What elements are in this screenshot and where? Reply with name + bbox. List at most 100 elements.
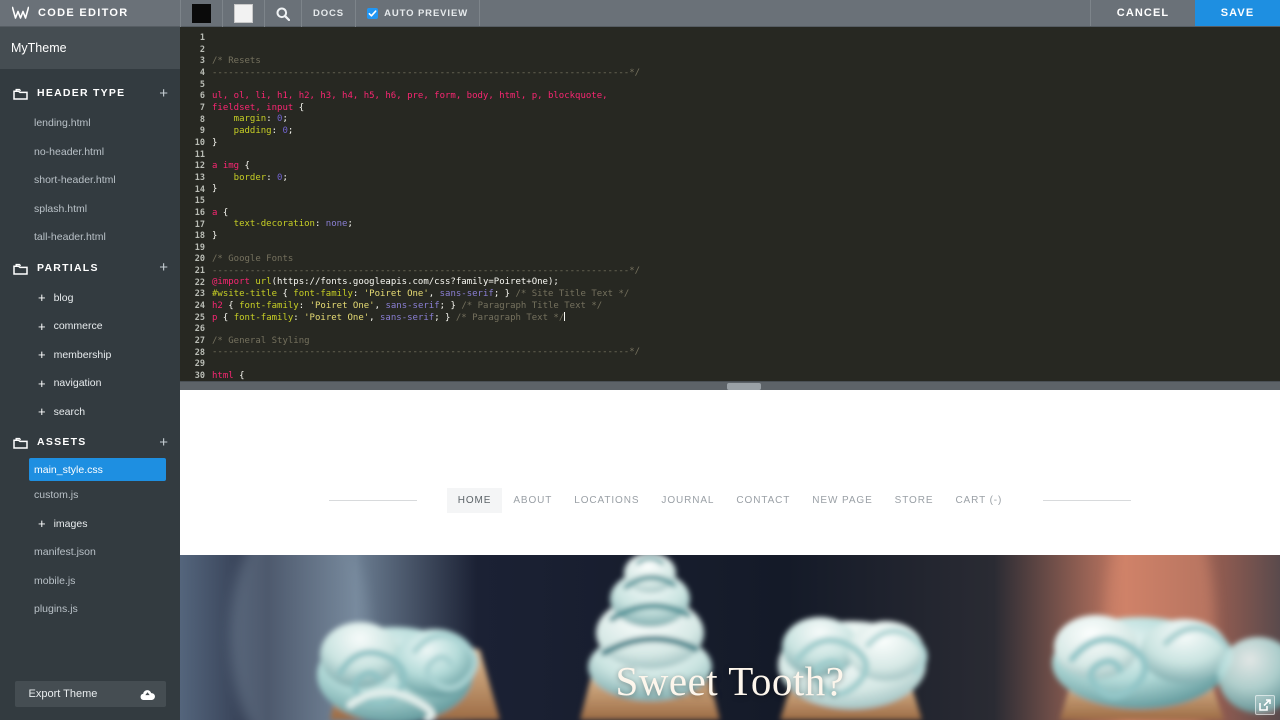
file-item[interactable]: + commerce [0, 312, 180, 341]
code-line[interactable] [212, 324, 1280, 336]
line-number: 15 [194, 196, 205, 207]
code-line[interactable]: border: 0; [212, 173, 1280, 185]
file-item[interactable]: splash.html [0, 195, 180, 224]
code-line[interactable]: ----------------------------------------… [212, 347, 1280, 359]
code-line[interactable] [212, 80, 1280, 92]
plus-icon[interactable]: + [38, 320, 46, 333]
open-in-new-window-icon[interactable] [1255, 695, 1275, 715]
cancel-button[interactable]: CANCEL [1090, 0, 1195, 26]
plus-icon[interactable]: + [159, 86, 168, 101]
code-line[interactable]: #wsite-title { font-family: 'Poiret One'… [212, 289, 1280, 301]
nav-item-locations[interactable]: LOCATIONS [563, 488, 650, 513]
search-button[interactable] [264, 0, 301, 27]
file-item[interactable]: + search [0, 398, 180, 427]
code-token: font-family [239, 300, 299, 311]
nav-rule-left [328, 499, 417, 501]
plus-icon[interactable]: + [38, 517, 46, 530]
file-item[interactable]: + membership [0, 341, 180, 370]
save-button[interactable]: SAVE [1195, 0, 1280, 26]
plus-icon[interactable]: + [159, 260, 168, 275]
preview-navigation: HOME ABOUT LOCATIONS JOURNAL CONTACT NEW PAGE… [180, 390, 1280, 555]
auto-preview-toggle[interactable]: AUTO PREVIEW [355, 0, 479, 27]
code-token: { [239, 161, 250, 172]
code-token: : [271, 126, 283, 137]
file-item[interactable]: lending.html [0, 109, 180, 138]
code-line[interactable] [212, 33, 1280, 45]
light-theme-swatch-button[interactable] [222, 0, 264, 27]
file-item[interactable]: no-header.html [0, 138, 180, 167]
plus-icon[interactable]: + [38, 405, 46, 418]
file-item[interactable]: plugins.js [0, 595, 180, 624]
file-item[interactable]: + blog [0, 284, 180, 313]
sidebar-group-label: ASSETS [37, 436, 87, 448]
file-name: mobile.js [34, 574, 76, 587]
sidebar-group-assets[interactable]: ASSETS + [0, 426, 180, 458]
code-line[interactable]: padding: 0; [212, 126, 1280, 138]
nav-item-home[interactable]: HOME [446, 487, 503, 513]
export-theme-button[interactable]: Export Theme [14, 681, 166, 707]
file-item[interactable]: tall-header.html [0, 223, 180, 252]
code-line[interactable]: a img { [212, 161, 1280, 173]
code-editor[interactable]: 1 2 3 4 5 6 7 8 9 10 11 12 13 14 15 16 17 18 19 20 21 22 23 24 2… [180, 27, 1280, 390]
code-token: ul, ol, li, h1, h2, h3, h4, h5, h6, pre,… [212, 91, 608, 102]
sidebar-group-partials[interactable]: PARTIALS + [0, 252, 180, 284]
code-token: : [298, 300, 310, 311]
code-line[interactable]: /* General Styling [212, 336, 1280, 348]
code-line[interactable]: ----------------------------------------… [212, 266, 1280, 278]
code-line[interactable]: /* Google Fonts [212, 254, 1280, 266]
code-line[interactable]: /* Resets [212, 56, 1280, 68]
code-line[interactable]: text-decoration: none; [212, 219, 1280, 231]
cloud-download-icon [139, 688, 156, 700]
code-line[interactable]: } [212, 231, 1280, 243]
code-line[interactable]: ----------------------------------------… [212, 68, 1280, 80]
code-token: margin [212, 114, 267, 125]
code-line[interactable]: margin: 0; [212, 114, 1280, 126]
code-line[interactable]: fieldset, input { [212, 103, 1280, 115]
file-item[interactable]: short-header.html [0, 166, 180, 195]
sidebar-group-label: HEADER TYPE [37, 87, 126, 99]
file-tree: HEADER TYPE + lending.html no-header.html sh… [0, 69, 180, 669]
nav-item-journal[interactable]: JOURNAL [650, 488, 725, 513]
docs-link[interactable]: DOCS [301, 0, 355, 27]
file-item[interactable]: manifest.json [0, 538, 180, 567]
folder-icon [13, 436, 28, 449]
plus-icon[interactable]: + [159, 435, 168, 450]
app-title: CODE EDITOR [38, 7, 129, 19]
code-token: h2 [212, 300, 223, 311]
file-item[interactable]: mobile.js [0, 567, 180, 596]
file-item[interactable]: custom.js [0, 481, 180, 510]
file-item[interactable]: + navigation [0, 369, 180, 398]
plus-icon[interactable]: + [38, 291, 46, 304]
code-line[interactable] [212, 243, 1280, 255]
file-item-selected[interactable]: main_style.css [29, 458, 166, 481]
nav-item-cart[interactable]: CART (-) [944, 488, 1013, 513]
dark-theme-swatch-button[interactable] [180, 0, 222, 27]
code-token: fieldset, input [212, 102, 294, 113]
line-number: 10 [194, 137, 205, 148]
plus-icon[interactable]: + [38, 377, 46, 390]
code-line[interactable] [212, 196, 1280, 208]
code-token: } [212, 137, 218, 148]
code-line[interactable] [212, 149, 1280, 161]
horizontal-resize-handle[interactable] [727, 383, 761, 390]
nav-item-new-page[interactable]: NEW PAGE [801, 488, 883, 513]
code-line[interactable]: h2 { font-family: 'Poiret One', sans-ser… [212, 301, 1280, 313]
file-item[interactable]: + images [0, 510, 180, 539]
code-line[interactable]: ul, ol, li, h1, h2, h3, h4, h5, h6, pre,… [212, 91, 1280, 103]
nav-item-store[interactable]: STORE [884, 488, 945, 513]
theme-name-row[interactable]: MyTheme [0, 27, 180, 69]
nav-item-about[interactable]: ABOUT [502, 488, 563, 513]
code-content[interactable]: /* Resets -------------------------------… [212, 27, 1280, 390]
code-line[interactable]: p { font-family: 'Poiret One', sans-seri… [212, 312, 1280, 324]
file-name: blog [53, 291, 74, 304]
code-line[interactable] [212, 45, 1280, 57]
code-line[interactable]: @import url(https://fonts.googleapis.com… [212, 277, 1280, 289]
code-line[interactable] [212, 359, 1280, 371]
code-line[interactable]: a { [212, 208, 1280, 220]
plus-icon[interactable]: + [38, 348, 46, 361]
nav-item-contact[interactable]: CONTACT [725, 488, 801, 513]
code-line[interactable]: } [212, 138, 1280, 150]
line-number: 17 [194, 219, 205, 230]
code-line[interactable]: } [212, 184, 1280, 196]
sidebar-group-header-type[interactable]: HEADER TYPE + [0, 77, 180, 109]
